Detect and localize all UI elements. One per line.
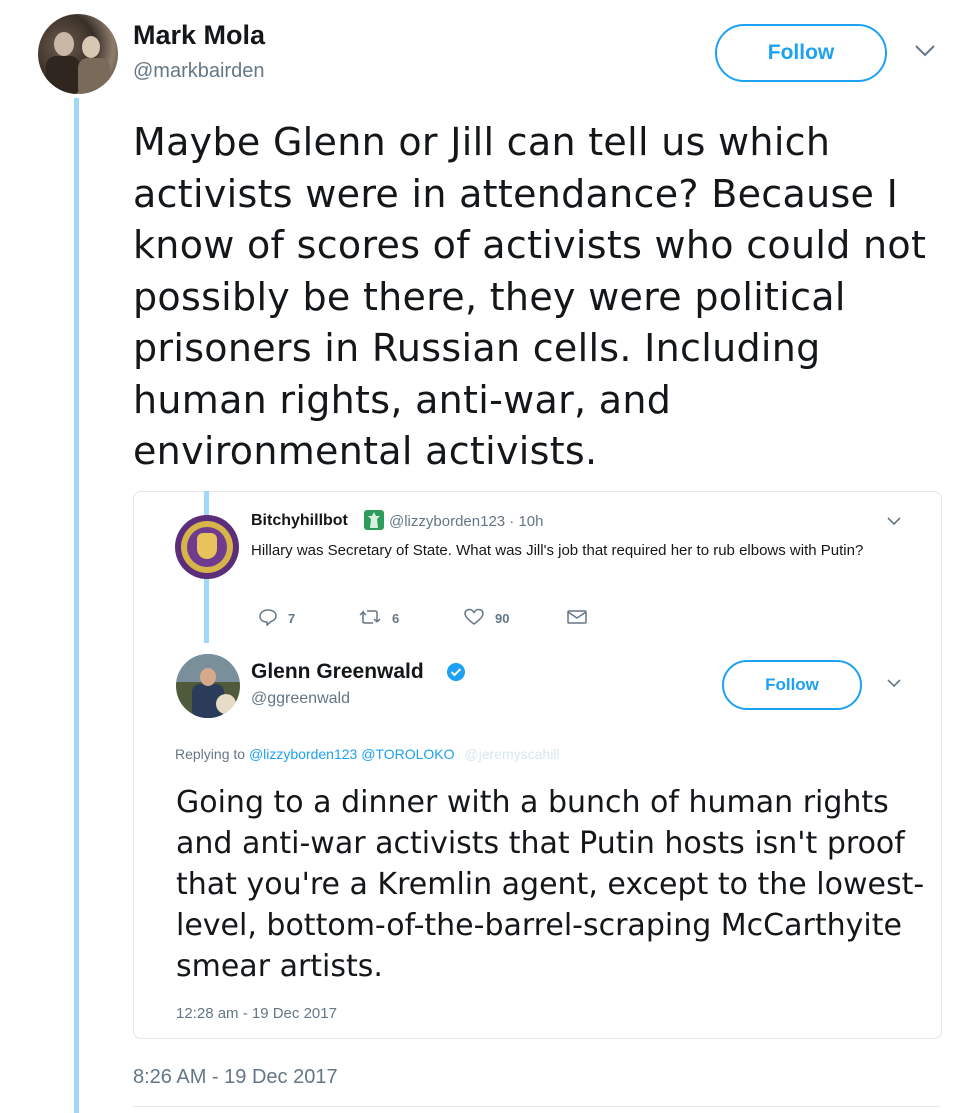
avatar[interactable] <box>38 14 118 94</box>
tweet-text: Maybe Glenn or Jill can tell us which ac… <box>133 120 927 473</box>
quoted-timestamp[interactable]: 12:28 am - 19 Dec 2017 <box>176 1005 337 1022</box>
reply-count: 7 <box>288 611 296 626</box>
follow-button[interactable]: Follow <box>715 24 887 82</box>
chevron-down-icon[interactable] <box>914 44 936 58</box>
tweet-timestamp[interactable]: 8:26 AM - 19 Dec 2017 <box>133 1066 338 1089</box>
reply-action[interactable]: 7 <box>258 608 295 629</box>
heart-icon <box>463 608 485 629</box>
parent-avatar[interactable] <box>175 515 239 579</box>
replying-prefix: Replying to <box>175 746 246 762</box>
quoted-tweet-text: Going to a dinner with a bunch of human … <box>176 785 925 984</box>
replying-to-line: Replying to @lizzyborden123 @TOROLOKO @j… <box>175 746 560 762</box>
quoted-author-handle[interactable]: @ggreenwald <box>251 690 350 708</box>
verified-badge-icon <box>446 662 466 687</box>
mention-link[interactable]: @lizzyborden123 <box>249 746 357 762</box>
quoted-author-name[interactable]: Glenn Greenwald <box>251 660 424 684</box>
envelope-icon <box>566 608 588 629</box>
chevron-down-icon[interactable] <box>886 678 902 688</box>
quoted-avatar[interactable] <box>176 654 240 718</box>
retweet-count: 6 <box>392 611 400 626</box>
chevron-down-icon[interactable] <box>886 516 902 526</box>
divider <box>133 1106 940 1107</box>
like-count: 90 <box>495 611 510 626</box>
dm-action[interactable] <box>566 608 588 629</box>
mention-link[interactable]: @TOROLOKO <box>361 746 454 762</box>
retweet-icon <box>358 608 382 629</box>
reply-icon <box>258 608 278 629</box>
author-name[interactable]: Mark Mola <box>133 20 265 51</box>
like-action[interactable]: 90 <box>463 608 509 629</box>
statue-emoji-icon <box>364 510 384 530</box>
thread-connector-line <box>74 98 79 1113</box>
author-handle[interactable]: @markbairden <box>133 60 264 83</box>
retweet-action[interactable]: 6 <box>358 608 399 629</box>
parent-handle-time[interactable]: @lizzyborden123 · 10h <box>389 513 543 530</box>
faded-mention: @jeremyscahill <box>464 746 560 762</box>
parent-author-name[interactable]: Bitchyhillbot <box>251 512 348 530</box>
parent-tweet-text: Hillary was Secretary of State. What was… <box>251 542 864 559</box>
quoted-follow-button[interactable]: Follow <box>722 660 862 710</box>
